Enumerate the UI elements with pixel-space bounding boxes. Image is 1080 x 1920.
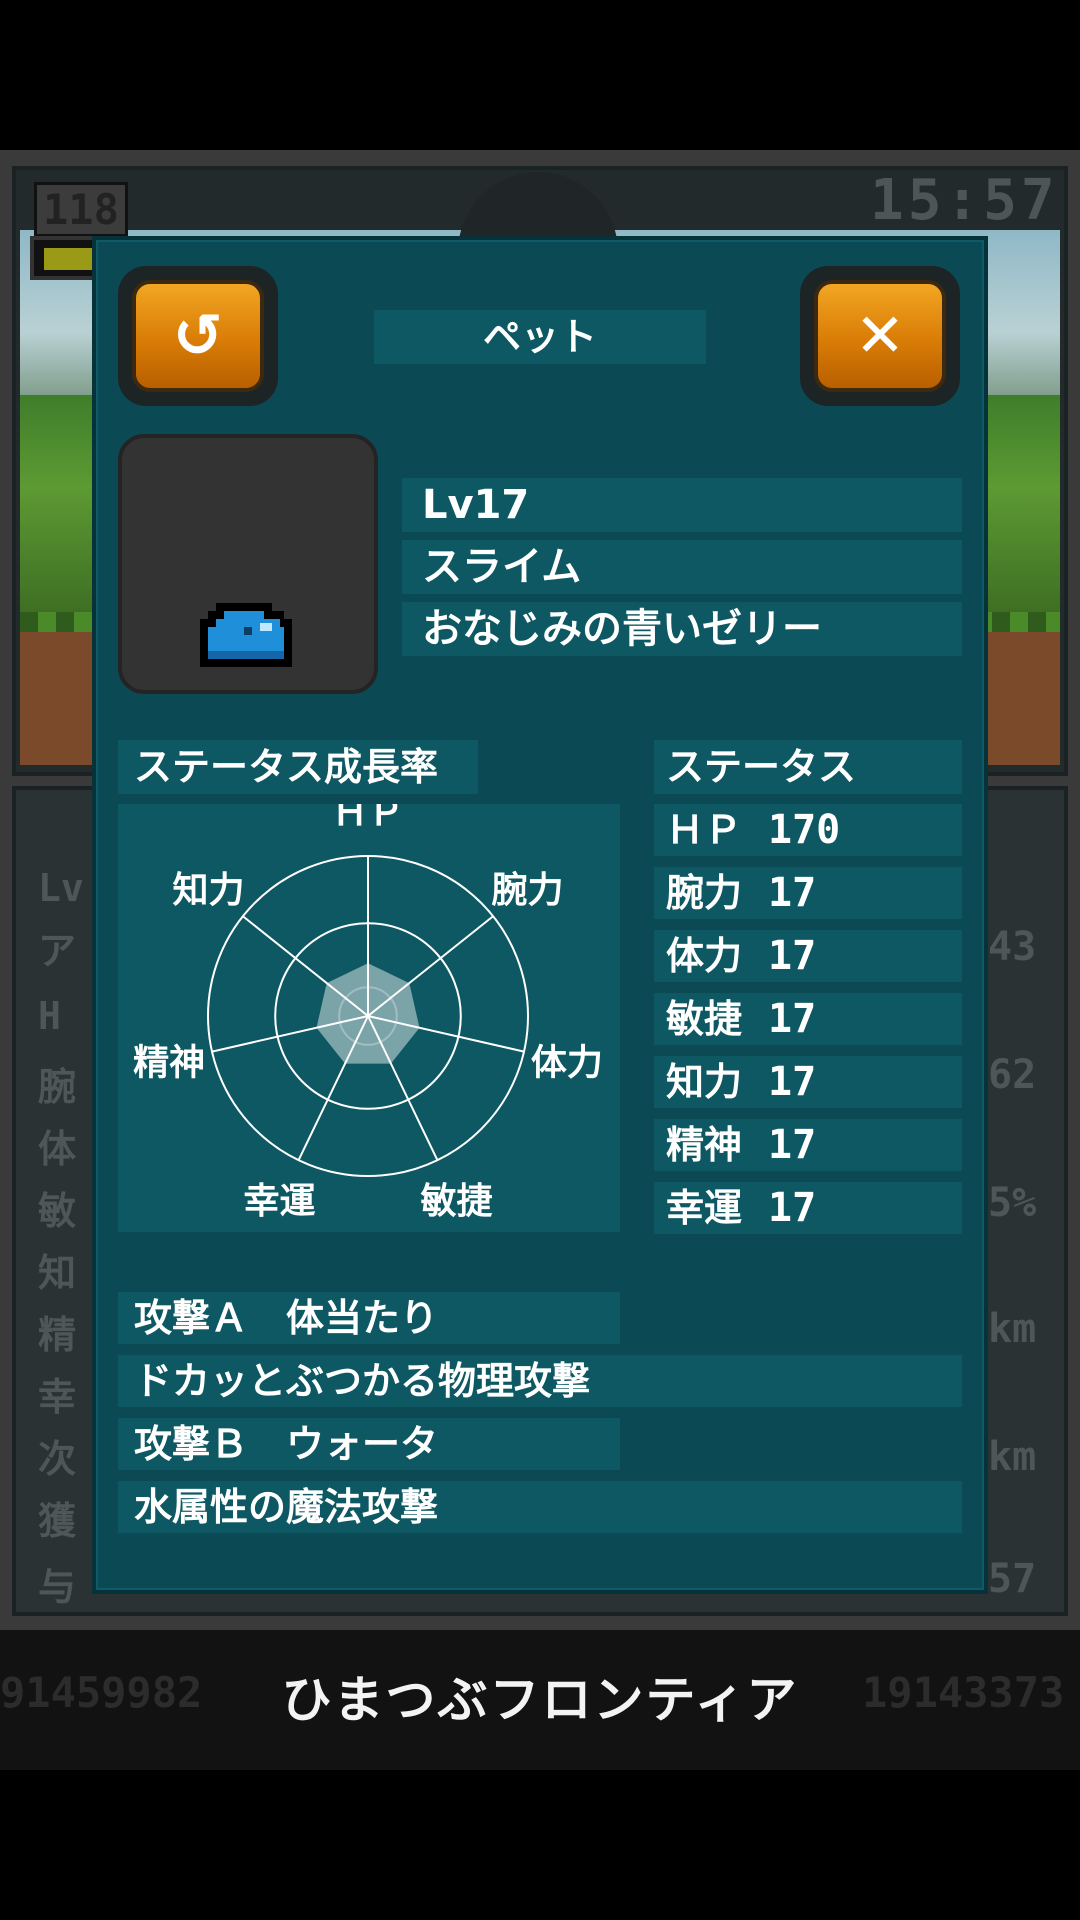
bg-label: ア [38, 929, 77, 973]
growth-radar-chart: ＨＰ 腕力体力敏捷 幸運 精神 知力 [133, 804, 603, 1222]
bg-label: 獲 [38, 1499, 77, 1543]
radar-spoke [367, 915, 494, 1017]
attack-b-description: 水属性の魔法攻撃 [134, 1485, 439, 1529]
bg-value: 43 [988, 924, 1037, 970]
stat-row-hp: ＨＰ 170 [654, 804, 962, 856]
stat-name: 敏捷 [666, 997, 743, 1041]
stat-value: 17 [768, 1059, 817, 1105]
attack-b-name: 攻撃Ｂ ウォータ [134, 1422, 439, 1466]
radar-axis-label: ＨＰ [332, 804, 404, 834]
close-icon: ✕ [854, 301, 906, 371]
back-button[interactable]: ↺ [118, 266, 278, 406]
stat-name: 腕力 [666, 871, 743, 915]
radar-axis-label: 精神 [133, 1042, 205, 1083]
top-letterbox [0, 0, 1080, 150]
stat-name: 体力 [666, 934, 743, 978]
stat-value: 170 [768, 807, 841, 853]
bg-value: km [988, 1306, 1037, 1352]
stat-row-strength: 腕力 17 [654, 867, 962, 919]
pet-level: Lv17 [422, 482, 530, 528]
attack-a-description: ドカッとぶつかる物理攻撃 [134, 1359, 591, 1403]
back-arrow-icon: ↺ [172, 301, 224, 371]
bg-label: H [38, 994, 61, 1038]
player-level: 118 [34, 182, 128, 237]
slime-sprite-icon [200, 603, 292, 667]
bg-label: 与 [38, 1565, 77, 1609]
status-title: ステータス [666, 745, 857, 789]
bg-label: Lv [38, 866, 84, 910]
hp-bar-fill [44, 248, 94, 270]
close-button[interactable]: ✕ [800, 266, 960, 406]
bg-label: 敏 [38, 1189, 77, 1233]
bg-label: 体 [38, 1127, 77, 1171]
growth-rate-title: ステータス成長率 [134, 745, 439, 789]
stat-name: ＨＰ [666, 808, 743, 852]
radar-axis-label: 腕力 [491, 869, 563, 911]
radar-axis-label: 体力 [531, 1042, 603, 1083]
stat-name: 知力 [666, 1060, 743, 1104]
pet-name: スライム [422, 544, 582, 590]
stat-value: 17 [768, 1122, 817, 1168]
game-title: ひまつぶフロンティア [281, 1671, 799, 1729]
bottom-letterbox [0, 1770, 1080, 1920]
bg-label: 精 [38, 1313, 77, 1357]
stat-value: 17 [768, 933, 817, 979]
stat-name: 精神 [666, 1123, 743, 1167]
pet-description: おなじみの青いゼリー [422, 606, 822, 652]
bg-label: 知 [38, 1251, 77, 1295]
stat-row-spirit: 精神 17 [654, 1119, 962, 1171]
stat-row-intelligence: 知力 17 [654, 1056, 962, 1108]
bg-value: 57 [988, 1556, 1037, 1602]
stat-value: 17 [768, 996, 817, 1042]
stat-name: 幸運 [666, 1186, 743, 1230]
clock: 15:57 [870, 168, 1059, 233]
bg-value: 5% [988, 1180, 1037, 1226]
bg-label: 幸 [38, 1375, 77, 1419]
bg-label: 次 [38, 1437, 77, 1481]
stat-row-vitality: 体力 17 [654, 930, 962, 982]
stat-row-luck: 幸運 17 [654, 1182, 962, 1234]
radar-axis-label: 知力 [172, 870, 244, 911]
radar-spoke [242, 915, 369, 1017]
stat-row-agility: 敏捷 17 [654, 993, 962, 1045]
stat-value: 17 [768, 870, 817, 916]
stat-value: 17 [768, 1185, 817, 1231]
bg-value: 62 [988, 1052, 1037, 1098]
bg-value: km [988, 1434, 1037, 1480]
attack-a-name: 攻撃Ａ 体当たり [134, 1296, 439, 1340]
dialog-title: ペット [482, 315, 597, 359]
radar-axis-label: 幸運 [243, 1181, 315, 1222]
radar-axis-label: 敏捷 [421, 1181, 493, 1222]
bg-label: 腕 [38, 1065, 77, 1109]
